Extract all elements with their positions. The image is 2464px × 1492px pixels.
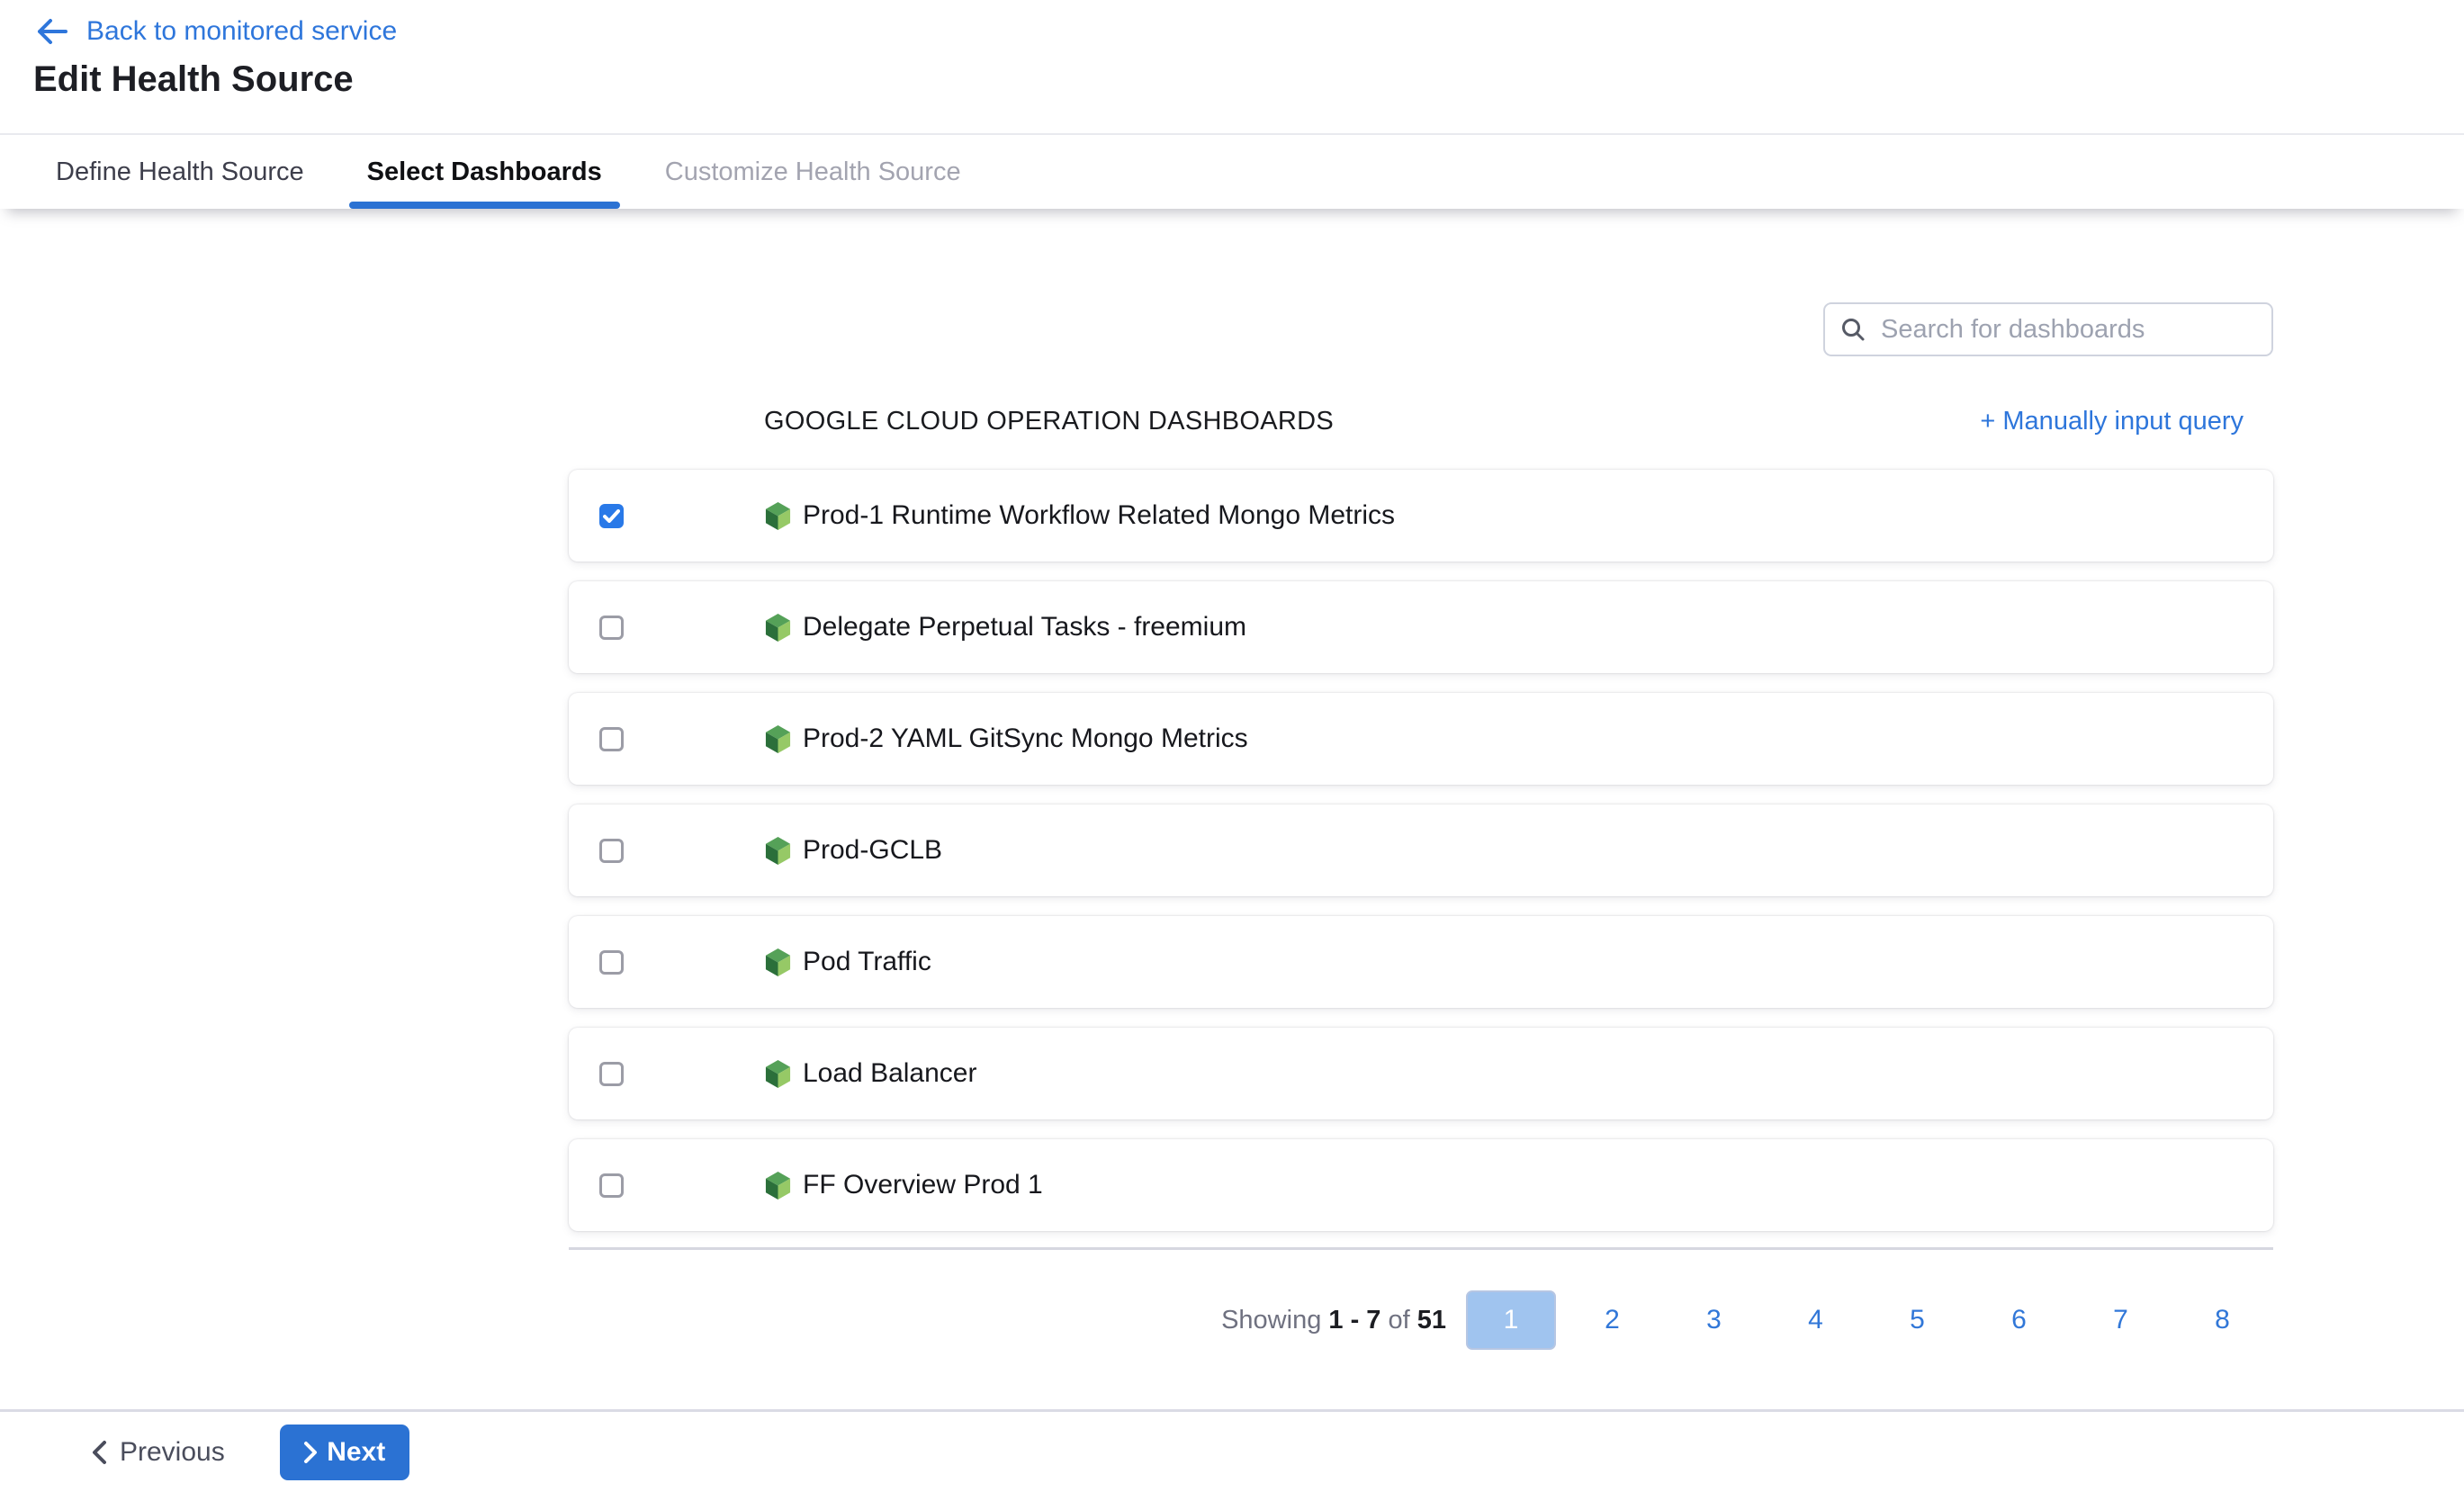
chevron-right-icon (303, 1441, 318, 1464)
table-row[interactable]: Delegate Perpetual Tasks - freemium (569, 581, 2273, 673)
list-header-row: GOOGLE CLOUD OPERATION DASHBOARDS + Manu… (569, 400, 2273, 443)
tab-define-health-source[interactable]: Define Health Source (38, 135, 322, 209)
row-checkbox[interactable] (599, 839, 624, 863)
dashboard-hexagon-icon (764, 500, 792, 532)
next-button[interactable]: Next (280, 1425, 409, 1480)
dashboard-name: FF Overview Prod 1 (803, 1170, 1043, 1200)
page-button-5[interactable]: 5 (1866, 1305, 1968, 1335)
page-button-6[interactable]: 6 (1968, 1305, 2070, 1335)
previous-button-label: Previous (120, 1437, 225, 1468)
page-button-3[interactable]: 3 (1663, 1305, 1765, 1335)
check-icon (603, 509, 620, 523)
pagination-summary: Showing 1 - 7 of 51 (1221, 1306, 1446, 1335)
row-checkbox[interactable] (599, 950, 624, 975)
table-row[interactable]: Prod-1 Runtime Workflow Related Mongo Me… (569, 470, 2273, 562)
page-button-8[interactable]: 8 (2172, 1305, 2273, 1335)
dashboard-hexagon-icon (764, 1170, 792, 1201)
dashboard-list: Prod-1 Runtime Workflow Related Mongo Me… (569, 470, 2273, 1251)
row-checkbox[interactable] (599, 504, 624, 528)
footer-bar: Previous Next (0, 1409, 2464, 1492)
page-button-7[interactable]: 7 (2070, 1305, 2172, 1335)
page-button-1[interactable]: 1 (1466, 1290, 1556, 1350)
dashboard-hexagon-icon (764, 724, 792, 755)
list-bottom-divider (569, 1247, 2273, 1250)
row-checkbox[interactable] (599, 1173, 624, 1198)
manually-input-query-link[interactable]: + Manually input query (1980, 407, 2244, 436)
back-arrow-icon (36, 18, 68, 45)
pagination-range: 1 - 7 (1328, 1306, 1380, 1335)
dashboard-name: Prod-1 Runtime Workflow Related Mongo Me… (803, 500, 1395, 531)
row-checkbox[interactable] (599, 1062, 624, 1086)
table-row[interactable]: Pod Traffic (569, 916, 2273, 1008)
page-button-2[interactable]: 2 (1561, 1305, 1663, 1335)
row-checkbox[interactable] (599, 616, 624, 640)
search-input[interactable] (1879, 314, 2257, 346)
back-link-label: Back to monitored service (86, 16, 397, 47)
dashboard-hexagon-icon (764, 1058, 792, 1090)
tab-customize-health-source[interactable]: Customize Health Source (647, 135, 979, 209)
dashboard-name: Prod-GCLB (803, 835, 942, 866)
page-title: Edit Health Source (33, 59, 354, 100)
dashboard-name: Load Balancer (803, 1058, 976, 1089)
pagination: Showing 1 - 7 of 51 1 2 3 4 5 6 7 8 (569, 1289, 2273, 1352)
dashboard-hexagon-icon (764, 947, 792, 978)
pagination-total: 51 (1417, 1306, 1446, 1335)
page-button-4[interactable]: 4 (1765, 1305, 1866, 1335)
next-button-label: Next (327, 1437, 385, 1468)
chevron-left-icon (91, 1440, 107, 1465)
table-row[interactable]: Load Balancer (569, 1028, 2273, 1119)
dashboard-name: Delegate Perpetual Tasks - freemium (803, 612, 1246, 643)
dashboard-search (1823, 302, 2273, 356)
tab-bar: Define Health Source Select Dashboards C… (0, 133, 2464, 209)
dashboard-hexagon-icon (764, 835, 792, 867)
tab-select-dashboards[interactable]: Select Dashboards (349, 135, 620, 209)
back-to-monitored-service-link[interactable]: Back to monitored service (36, 16, 397, 47)
table-row[interactable]: Prod-2 YAML GitSync Mongo Metrics (569, 693, 2273, 785)
previous-button[interactable]: Previous (85, 1436, 230, 1469)
dashboard-hexagon-icon (764, 612, 792, 643)
dashboard-name: Prod-2 YAML GitSync Mongo Metrics (803, 724, 1248, 754)
dashboard-name: Pod Traffic (803, 947, 931, 977)
column-header: GOOGLE CLOUD OPERATION DASHBOARDS (764, 407, 1334, 436)
search-icon (1839, 316, 1866, 343)
row-checkbox[interactable] (599, 727, 624, 751)
table-row[interactable]: Prod-GCLB (569, 804, 2273, 896)
table-row[interactable]: FF Overview Prod 1 (569, 1139, 2273, 1231)
